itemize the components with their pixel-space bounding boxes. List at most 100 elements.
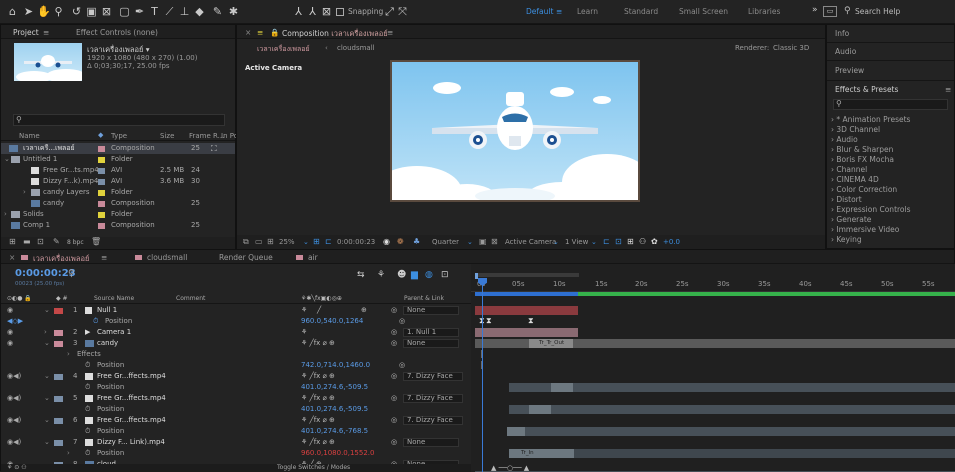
- info-panel-title[interactable]: Info: [835, 29, 849, 38]
- selection-tool-icon[interactable]: ➤: [22, 5, 35, 18]
- color-channel-icon[interactable]: ♣: [413, 235, 420, 249]
- pick-whip-icon[interactable]: ◎: [391, 305, 397, 316]
- workspace-small-screen[interactable]: Small Screen: [679, 7, 728, 16]
- table-row[interactable]: ◉ › 2 ▶ Camera 1 ⚘ ◎ 1. Null 1: [1, 327, 471, 338]
- label-swatch[interactable]: [54, 374, 63, 380]
- expand-arrow-icon[interactable]: ⌄: [44, 305, 50, 316]
- target-region-icon[interactable]: ▣: [479, 235, 487, 249]
- expand-arrow-icon[interactable]: ⌄: [44, 415, 50, 426]
- tab-timeline-air[interactable]: air: [308, 253, 318, 262]
- layer-segment[interactable]: [507, 427, 525, 436]
- pick-whip-icon[interactable]: ◎: [399, 316, 405, 327]
- workspace-libraries[interactable]: Libraries: [748, 7, 780, 16]
- fast-preview-icon[interactable]: ⊡: [615, 235, 622, 249]
- effects-category[interactable]: › Boris FX Mocha: [831, 155, 894, 164]
- parent-select[interactable]: None: [403, 306, 459, 315]
- av-switches-icon[interactable]: ⊙◐● 🔒: [7, 293, 32, 304]
- col-frame-rate[interactable]: Frame R...: [189, 132, 224, 140]
- property-value[interactable]: 742.0,714.0,1460.0: [301, 360, 370, 371]
- keyframe-nav-icon[interactable]: ◀◇▶: [7, 316, 23, 327]
- new-comp-icon[interactable]: ⊡: [37, 237, 44, 246]
- table-row[interactable]: ◉◀) ⌄ 4 Free Gr...ffects.mp4 ⚘ ╱fx ⌀ ⊕ ◎…: [1, 371, 471, 382]
- collapse-switches-icon[interactable]: ⚘ ╱fx ⌀ ⊕: [301, 338, 335, 349]
- stopwatch-icon[interactable]: ⏱: [85, 360, 90, 371]
- list-item[interactable]: Dizzy F...k).mp4 AVI 3.6 MB 30: [1, 176, 235, 187]
- close-tab-icon[interactable]: ×: [9, 253, 15, 262]
- layer-switches-icon[interactable]: ⚘ ╱fx ⌀ ⊕: [301, 371, 335, 382]
- property-value[interactable]: 401.0,274.6,-768.5: [301, 426, 368, 437]
- expand-arrow-icon[interactable]: ›: [67, 448, 70, 459]
- property-value[interactable]: 401.0,274.6,-509.5: [301, 382, 368, 393]
- expand-arrow-icon[interactable]: ›: [23, 187, 26, 198]
- roto-brush-icon[interactable]: ✎: [211, 5, 224, 18]
- tab-timeline-cloudsmall[interactable]: cloudsmall: [147, 253, 187, 262]
- view-layout-select[interactable]: 1 View: [565, 235, 588, 249]
- visibility-icon[interactable]: ◉: [7, 338, 13, 349]
- table-row[interactable]: ◉ ⌄ 1 Null 1 ⚘ ╱ ⊕ ◎ None: [1, 305, 471, 316]
- audio-visibility-icon[interactable]: ◉◀): [7, 415, 21, 426]
- pick-whip-icon[interactable]: ◎: [391, 415, 397, 426]
- col-name[interactable]: Name: [19, 132, 40, 140]
- zoom-tool-icon[interactable]: ⚲: [52, 5, 65, 18]
- visibility-icon[interactable]: ◉: [7, 305, 13, 316]
- workspace-default[interactable]: Default: [526, 7, 553, 16]
- pick-whip-icon[interactable]: ◎: [391, 338, 397, 349]
- workspace-menu-icon[interactable]: ≡: [556, 7, 562, 16]
- rectangle-tool-icon[interactable]: ▢: [118, 5, 131, 18]
- expand-arrow-icon[interactable]: ›: [67, 349, 70, 360]
- view-dropdown-icon[interactable]: ⌄: [591, 235, 597, 249]
- label-swatch[interactable]: [54, 440, 63, 446]
- label-swatch[interactable]: [54, 418, 63, 424]
- always-preview-icon[interactable]: ⧉: [243, 235, 249, 249]
- bpc-label[interactable]: 8 bpc: [67, 239, 84, 246]
- list-item[interactable]: candy Composition 25: [1, 198, 235, 209]
- workspace-learn[interactable]: Learn: [577, 7, 598, 16]
- property-value[interactable]: 960.0,540.0,1264: [301, 316, 363, 327]
- clone-stamp-icon[interactable]: ⊥: [178, 5, 191, 18]
- layer-switches-icon[interactable]: ⚘ ╱fx ⌀ ⊕: [301, 393, 335, 404]
- effects-menu-icon[interactable]: ≡: [945, 85, 951, 94]
- stopwatch-icon[interactable]: ⏱: [85, 404, 90, 415]
- list-item[interactable]: › Solids Folder: [1, 209, 235, 220]
- label-swatch[interactable]: [54, 308, 63, 314]
- camera-view-select[interactable]: Active Camera: [505, 235, 556, 249]
- exposure-value[interactable]: +0.0: [663, 235, 680, 249]
- tab-effect-controls[interactable]: Effect Controls (none): [76, 28, 158, 37]
- rotate-tool-icon[interactable]: ↺: [70, 5, 83, 18]
- layer-name[interactable]: Free Gr...ffects.mp4: [97, 415, 166, 426]
- expand-arrow-icon[interactable]: ⌄: [44, 437, 50, 448]
- comp-mini-flowchart-icon[interactable]: ⇆: [357, 270, 365, 280]
- zoom-level[interactable]: 25%: [279, 235, 295, 249]
- list-item[interactable]: Comp 1 Composition 25: [1, 220, 235, 231]
- composition-viewer[interactable]: [390, 60, 640, 202]
- keyframe-icon[interactable]: ⧗: [528, 316, 534, 326]
- label-column-icon[interactable]: ◆ #: [56, 293, 68, 304]
- transparency-grid-icon[interactable]: ⊠: [491, 235, 498, 249]
- timeline-toggle-icon[interactable]: ⊞: [627, 235, 634, 249]
- expand-arrow-icon[interactable]: ⌄: [44, 338, 50, 349]
- snapshot-icon[interactable]: ◉: [383, 235, 390, 249]
- pan-behind-tool-icon[interactable]: ⊠: [100, 5, 113, 18]
- expand-arrow-icon[interactable]: ›: [44, 327, 47, 338]
- pick-whip-icon[interactable]: ◎: [391, 371, 397, 382]
- expand-arrow-icon[interactable]: ⌄: [44, 371, 50, 382]
- playhead[interactable]: [482, 278, 483, 472]
- effects-category[interactable]: › Generate: [831, 215, 871, 224]
- tab-composition[interactable]: Composition เวลาเครื่องเพลอย์: [282, 28, 388, 40]
- col-comment[interactable]: Comment: [176, 293, 205, 304]
- parent-select[interactable]: 7. Dizzy Face: [403, 372, 463, 381]
- exposure-icon[interactable]: ✿: [651, 235, 658, 249]
- effects-category[interactable]: › Audio: [831, 135, 858, 144]
- effects-category[interactable]: › 3D Channel: [831, 125, 880, 134]
- pixel-aspect-icon[interactable]: ⊏: [603, 235, 610, 249]
- snap-edge-icon[interactable]: ⤢: [383, 5, 396, 18]
- home-icon[interactable]: ⌂: [6, 5, 19, 18]
- keyframe-icon[interactable]: ⧗: [486, 316, 492, 326]
- camera-tool-icon[interactable]: ▣: [85, 5, 98, 18]
- effects-search-input[interactable]: ⚲: [833, 99, 948, 110]
- axis-view-icon[interactable]: ⊠: [320, 5, 333, 18]
- tab-menu-icon[interactable]: ≡: [257, 28, 263, 37]
- graph-editor-icon[interactable]: ⊡: [441, 270, 449, 280]
- expand-arrow-icon[interactable]: ⌄: [44, 393, 50, 404]
- tab-project[interactable]: Project: [13, 28, 39, 37]
